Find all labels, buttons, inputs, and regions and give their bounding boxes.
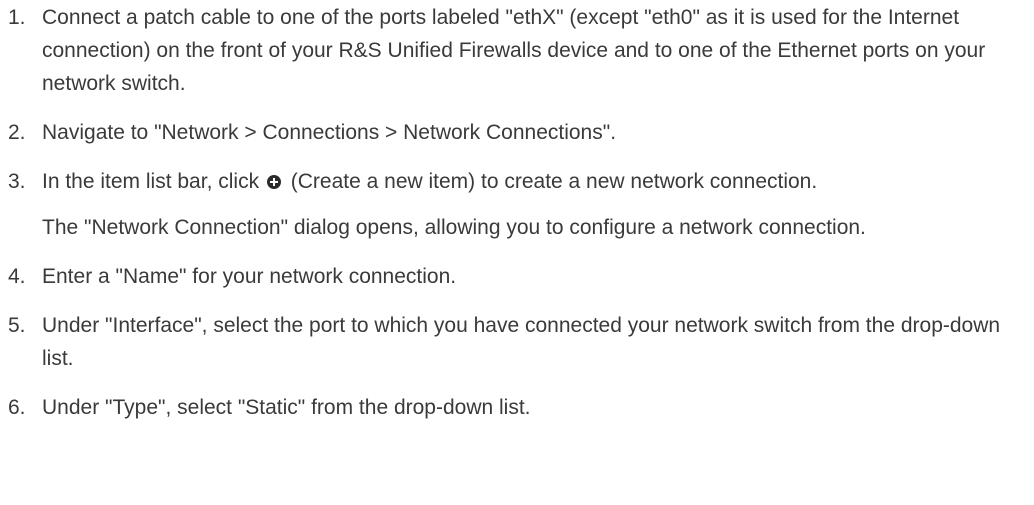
procedure-steps: 1. Connect a patch cable to one of the p… [8,1,1030,440]
step-5: 5. Under "Interface", select the port to… [8,309,1030,375]
step-text: In the item list bar, click (Create a ne… [42,165,1030,198]
step-text: Navigate to "Network > Connections > Net… [42,121,617,144]
step-number: 1. [8,6,26,29]
step-2: 2. Navigate to "Network > Connections > … [8,116,1030,149]
step-text: Under "Interface", select the port to wh… [42,314,1001,370]
step-6: 6. Under "Type", select "Static" from th… [8,391,1030,424]
step-number: 3. [8,170,26,193]
step-number: 4. [8,265,26,288]
step-text: Connect a patch cable to one of the port… [42,6,986,95]
step-1: 1. Connect a patch cable to one of the p… [8,1,1030,100]
step-number: 2. [8,121,26,144]
step-text: Enter a "Name" for your network connecti… [42,265,457,288]
step-number: 6. [8,396,26,419]
plus-circle-icon [266,175,281,189]
step-result: The "Network Connection" dialog opens, a… [42,216,866,239]
step-text-before-icon: In the item list bar, click [42,170,260,193]
step-4: 4. Enter a "Name" for your network conne… [8,260,1030,293]
step-3: 3. In the item list bar, click (Create a… [8,165,1030,244]
step-text-after-icon: (Create a new item) to create a new netw… [290,170,818,193]
step-number: 5. [8,314,26,337]
step-text: Under "Type", select "Static" from the d… [42,396,531,419]
